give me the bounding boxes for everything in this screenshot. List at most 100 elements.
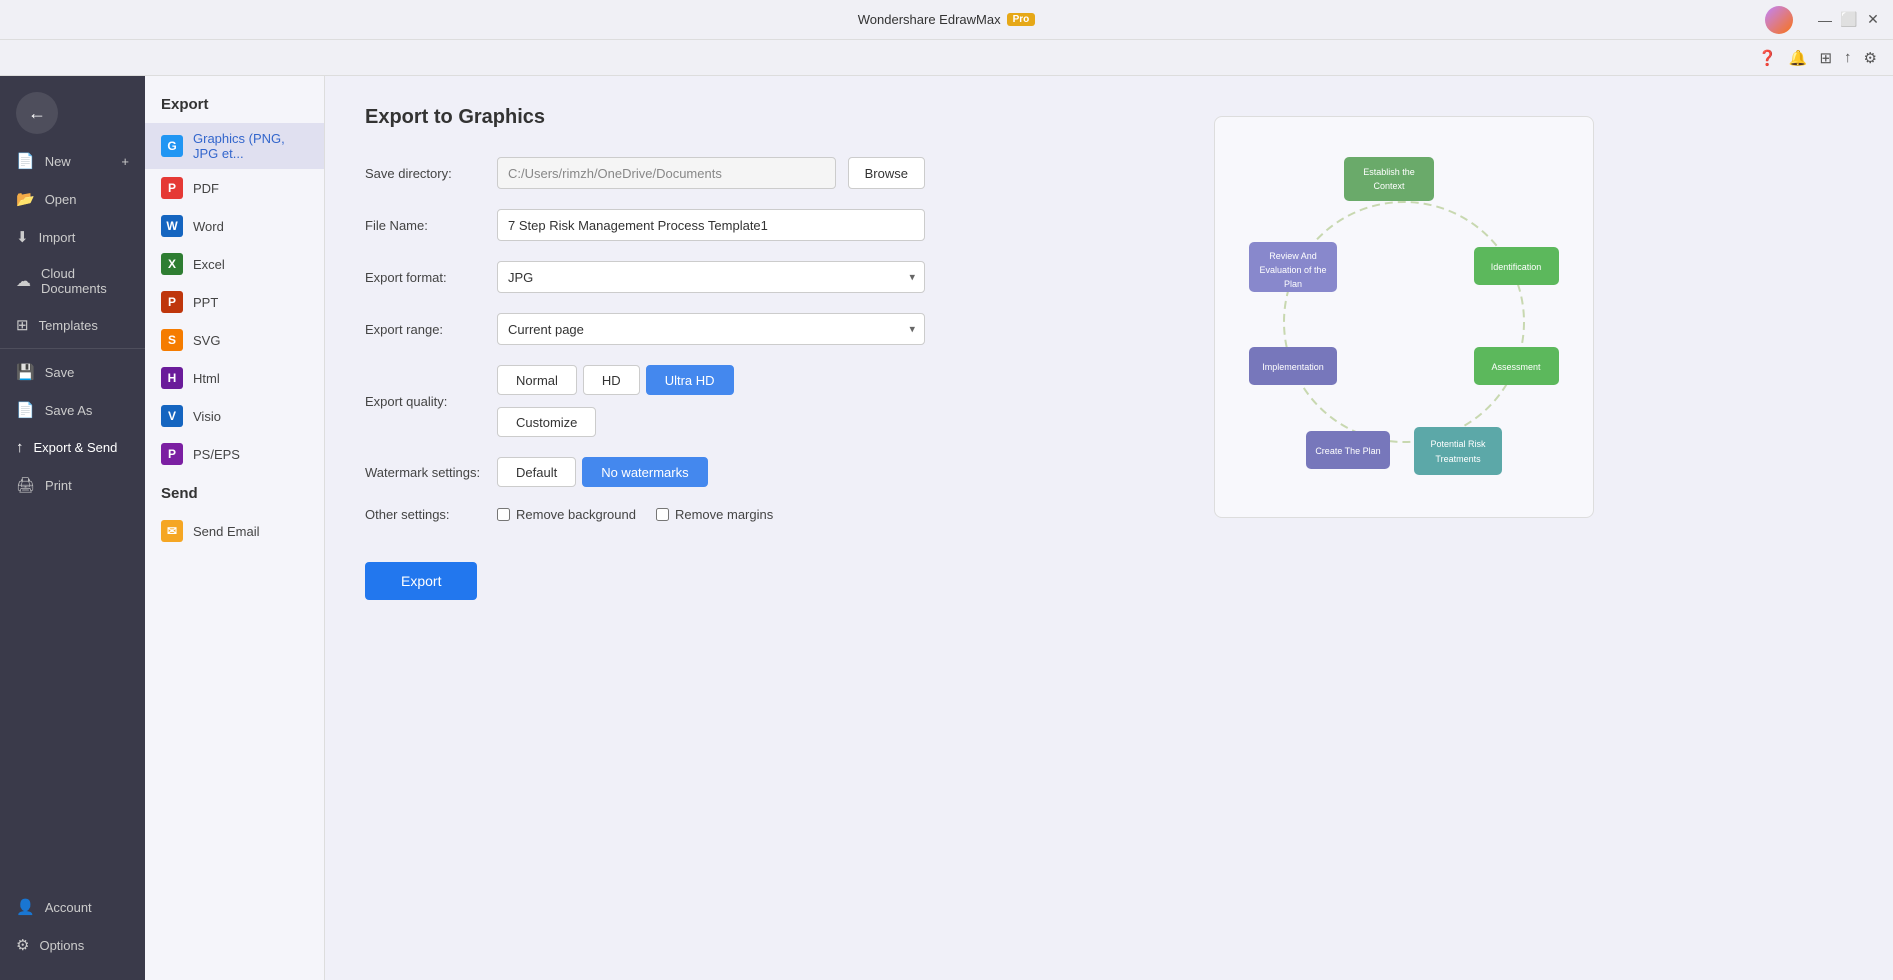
main-content: Export to Graphics Save directory: Brows… (325, 76, 1893, 980)
quality-group: Normal HD Ultra HD (497, 365, 734, 395)
avatar[interactable] (1765, 6, 1793, 34)
sidebar-item-print-label: Print (45, 478, 72, 493)
sidebar-item-save[interactable]: 💾 Save (0, 353, 145, 391)
remove-background-checkbox[interactable] (497, 508, 510, 521)
export-format-svg-label: SVG (193, 333, 220, 348)
sidebar-item-open[interactable]: 📂 Open (0, 180, 145, 218)
nav-sidebar: ← 📄 New + 📂 Open ⬇ Import ☁ Cloud Docume… (0, 76, 145, 980)
sidebar-item-save-as-label: Save As (45, 403, 93, 418)
back-button[interactable]: ← (16, 92, 58, 134)
sidebar-item-export[interactable]: ↑ Export & Send (0, 429, 145, 466)
export-button[interactable]: Export (365, 562, 477, 600)
file-name-input[interactable] (497, 209, 925, 241)
sidebar-item-print[interactable]: 🖨 Print (0, 466, 145, 504)
export-format-pseps-label: PS/EPS (193, 447, 240, 462)
export-format-pdf[interactable]: P PDF (145, 169, 324, 207)
checkbox-group: Remove background Remove margins (497, 507, 773, 522)
export-format-graphics[interactable]: G Graphics (PNG, JPG et... (145, 123, 324, 169)
export-format-html-label: Html (193, 371, 220, 386)
svg-text:Implementation: Implementation (1262, 362, 1324, 372)
svg-text:Context: Context (1373, 181, 1405, 191)
save-icon: 💾 (16, 363, 35, 381)
diagram-svg: Establish the Context Identification Ass… (1234, 137, 1574, 497)
sidebar-item-account[interactable]: 👤 Account (0, 888, 145, 926)
remove-margins-label[interactable]: Remove margins (656, 507, 773, 522)
watermark-default-button[interactable]: Default (497, 457, 576, 487)
help-icon[interactable]: ❓ (1758, 49, 1777, 67)
export-format-row: Export format: JPG PNG BMP GIF TIFF (365, 261, 925, 293)
export-format-select[interactable]: JPG PNG BMP GIF TIFF (497, 261, 925, 293)
other-settings-label: Other settings: (365, 507, 485, 522)
send-sidebar-title: Send (145, 473, 324, 512)
export-format-excel[interactable]: X Excel (145, 245, 324, 283)
ppt-icon: P (161, 291, 183, 313)
watermark-none-button[interactable]: No watermarks (582, 457, 707, 487)
browse-button[interactable]: Browse (848, 157, 925, 189)
sidebar-item-templates[interactable]: ⊞ Templates (0, 306, 145, 344)
export-format-visio[interactable]: V Visio (145, 397, 324, 435)
sidebar-item-new[interactable]: 📄 New + (0, 142, 145, 180)
file-name-row: File Name: (365, 209, 925, 241)
bell-icon[interactable]: 🔔 (1789, 49, 1808, 67)
other-settings-row: Other settings: Remove background Remove… (365, 507, 925, 522)
export-quality-row: Export quality: Normal HD Ultra HD Custo… (365, 365, 925, 437)
sidebar-item-new-label: New (45, 154, 71, 169)
sidebar-item-options[interactable]: ⚙ Options (0, 926, 145, 964)
app-name: Wondershare EdrawMax (858, 12, 1001, 27)
export-icon: ↑ (16, 439, 24, 456)
svg-text:Assessment: Assessment (1491, 362, 1541, 372)
grid-icon[interactable]: ⊞ (1819, 49, 1832, 67)
minimize-button[interactable]: — (1817, 12, 1833, 28)
customize-button[interactable]: Customize (497, 407, 596, 437)
svg-text:Treatments: Treatments (1435, 454, 1481, 464)
sidebar-item-cloud[interactable]: ☁ Cloud Documents (0, 256, 145, 306)
svg-text:Review And: Review And (1269, 251, 1317, 261)
svg-text:Potential Risk: Potential Risk (1430, 439, 1486, 449)
export-format-html[interactable]: H Html (145, 359, 324, 397)
export-format-word[interactable]: W Word (145, 207, 324, 245)
export-quality-label: Export quality: (365, 394, 485, 409)
account-icon: 👤 (16, 898, 35, 916)
new-plus-icon: + (121, 154, 129, 169)
export-range-select[interactable]: Current page All pages Selected pages (497, 313, 925, 345)
remove-background-label[interactable]: Remove background (497, 507, 636, 522)
open-icon: 📂 (16, 190, 35, 208)
export-format-ppt-label: PPT (193, 295, 218, 310)
share-icon[interactable]: ↑ (1844, 49, 1852, 66)
send-email-label: Send Email (193, 524, 259, 539)
watermark-label: Watermark settings: (365, 465, 485, 480)
app-title: Wondershare EdrawMax Pro (858, 12, 1036, 27)
export-sidebar: Export G Graphics (PNG, JPG et... P PDF … (145, 76, 325, 980)
templates-icon: ⊞ (16, 316, 29, 334)
word-icon: W (161, 215, 183, 237)
quality-normal-button[interactable]: Normal (497, 365, 577, 395)
svg-text:Establish the: Establish the (1363, 167, 1415, 177)
quality-group-container: Normal HD Ultra HD Customize (497, 365, 734, 437)
export-format-pseps[interactable]: P PS/EPS (145, 435, 324, 473)
settings-icon[interactable]: ⚙ (1864, 49, 1877, 67)
export-range-row: Export range: Current page All pages Sel… (365, 313, 925, 345)
export-range-select-wrapper: Current page All pages Selected pages (497, 313, 925, 345)
maximize-button[interactable]: ⬜ (1841, 12, 1857, 28)
customize-row: Customize (497, 401, 734, 437)
quality-hd-button[interactable]: HD (583, 365, 640, 395)
save-directory-label: Save directory: (365, 166, 485, 181)
quality-ultrahd-button[interactable]: Ultra HD (646, 365, 734, 395)
remove-margins-checkbox[interactable] (656, 508, 669, 521)
sidebar-item-open-label: Open (45, 192, 77, 207)
titlebar: Wondershare EdrawMax Pro — ⬜ ✕ (0, 0, 1893, 40)
export-format-ppt[interactable]: P PPT (145, 283, 324, 321)
sidebar-item-templates-label: Templates (39, 318, 98, 333)
watermark-group: Default No watermarks (497, 457, 708, 487)
export-form-section: Export to Graphics Save directory: Brows… (365, 106, 925, 950)
export-format-svg[interactable]: S SVG (145, 321, 324, 359)
sidebar-item-save-as[interactable]: 📄 Save As (0, 391, 145, 429)
visio-icon: V (161, 405, 183, 427)
sidebar-item-import[interactable]: ⬇ Import (0, 218, 145, 256)
export-range-label: Export range: (365, 322, 485, 337)
svg-text:Create The Plan: Create The Plan (1315, 446, 1380, 456)
sidebar-item-options-label: Options (39, 938, 84, 953)
send-email[interactable]: ✉ Send Email (145, 512, 324, 550)
close-button[interactable]: ✕ (1865, 12, 1881, 28)
save-directory-input[interactable] (497, 157, 836, 189)
